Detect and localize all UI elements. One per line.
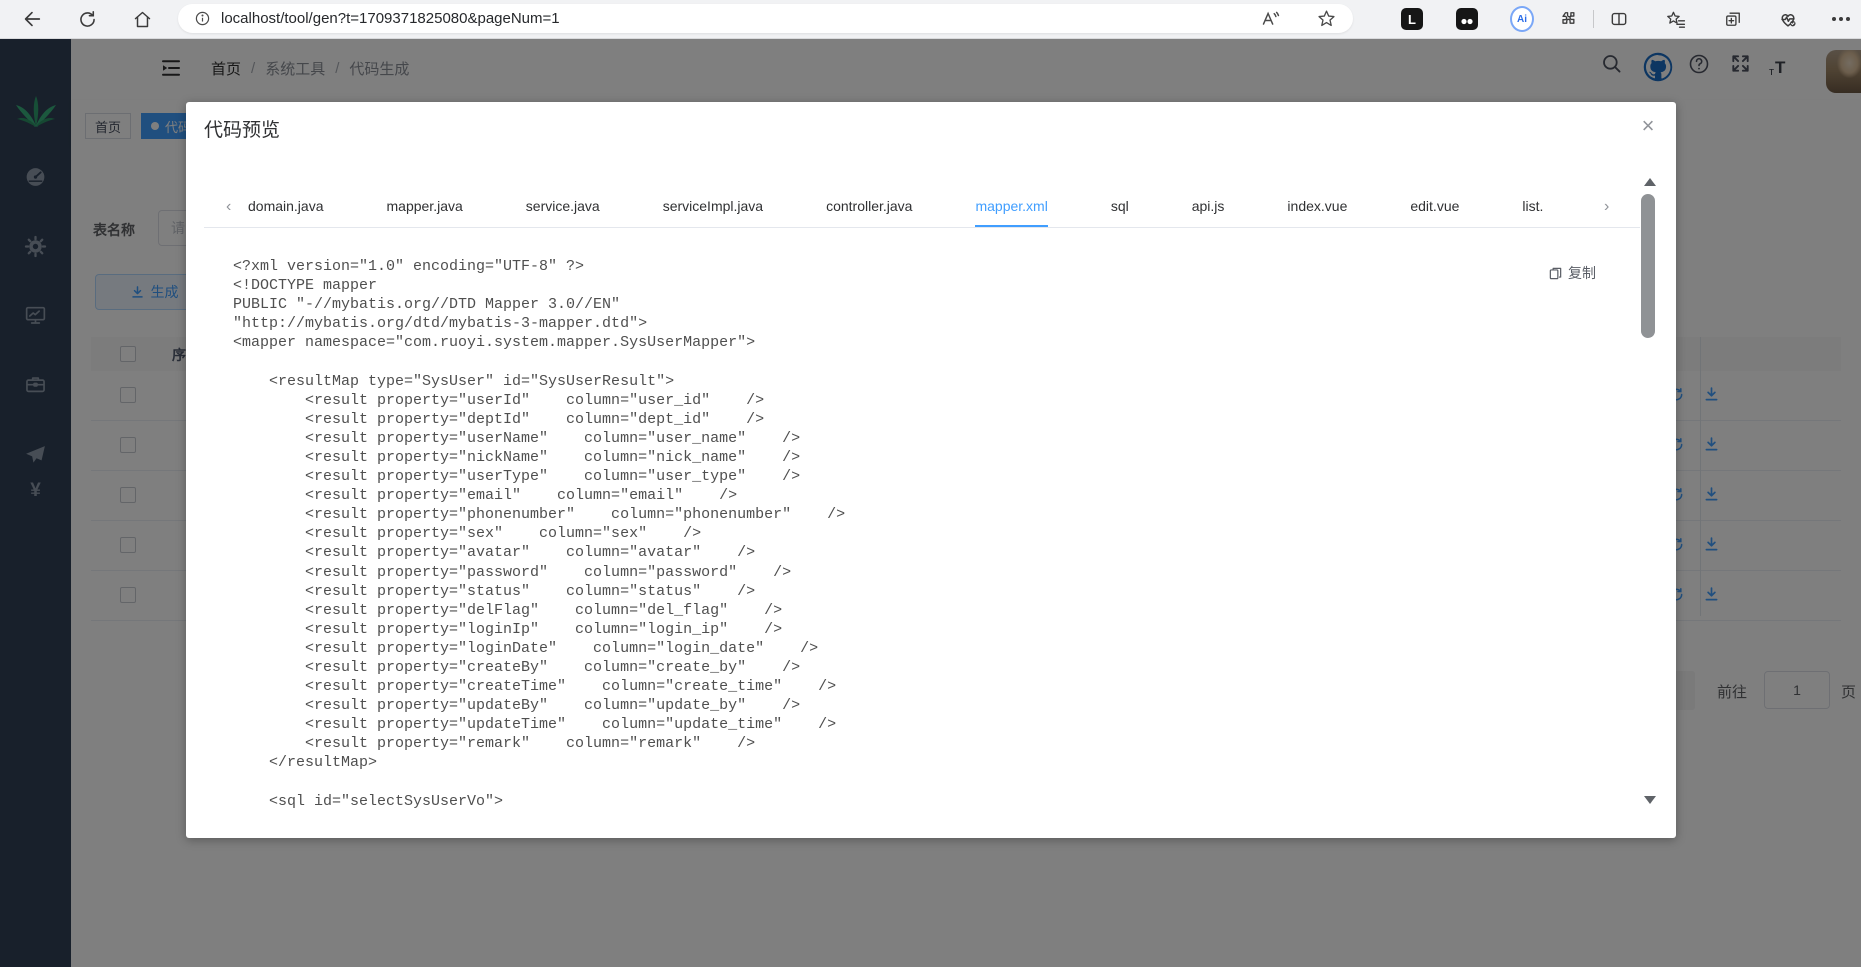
dialog-title: 代码预览 xyxy=(204,120,281,141)
extensions-puzzle-icon[interactable] xyxy=(1556,7,1580,31)
scrollbar-up-arrow-icon[interactable] xyxy=(1644,178,1656,186)
copy-icon xyxy=(1549,267,1562,279)
tabs-prev-arrow-icon[interactable]: ‹ xyxy=(226,186,231,227)
address-bar[interactable]: localhost/tool/gen?t=1709371825080&pageN… xyxy=(178,4,1353,33)
tab-mapper-xml[interactable]: mapper.xml xyxy=(975,186,1048,227)
tab-domain-java[interactable]: domain.java xyxy=(248,186,324,227)
tab-service-java[interactable]: service.java xyxy=(526,186,600,227)
browser-refresh-icon[interactable] xyxy=(74,6,100,32)
code-content[interactable]: <?xml version="1.0" encoding="UTF-8" ?> … xyxy=(233,257,845,811)
toolbar-divider xyxy=(1593,10,1594,28)
tabs-next-arrow-icon[interactable]: › xyxy=(1604,186,1609,227)
tab-serviceImpl-java[interactable]: serviceImpl.java xyxy=(663,186,763,227)
tabs-strip: domain.java mapper.java service.java servic… xyxy=(248,186,1600,227)
url-text[interactable]: localhost/tool/gen?t=1709371825080&pageN… xyxy=(221,10,560,27)
read-aloud-icon[interactable] xyxy=(1258,8,1280,30)
extension-l-icon[interactable]: L xyxy=(1400,7,1424,31)
dialog-close-icon[interactable]: × xyxy=(1634,112,1662,140)
favorites-list-icon[interactable] xyxy=(1663,6,1689,32)
browser-back-icon[interactable] xyxy=(19,6,45,32)
code-preview-dialog: 代码预览 × ‹ domain.java mapper.java service.j… xyxy=(186,102,1676,838)
scrollbar-thumb[interactable] xyxy=(1641,194,1655,338)
code-tabs-bar: ‹ domain.java mapper.java service.java serv… xyxy=(204,186,1640,228)
copy-button[interactable]: 复制 xyxy=(1548,263,1596,283)
extension-circles-icon[interactable] xyxy=(1455,7,1479,31)
tab-mapper-java[interactable]: mapper.java xyxy=(387,186,463,227)
favorite-star-icon[interactable] xyxy=(1316,8,1337,29)
browser-toolbar: localhost/tool/gen?t=1709371825080&pageN… xyxy=(0,0,1861,39)
split-screen-icon[interactable] xyxy=(1606,6,1632,32)
browser-essentials-icon[interactable] xyxy=(1775,6,1801,32)
tab-controller-java[interactable]: controller.java xyxy=(826,186,912,227)
site-info-icon[interactable] xyxy=(194,10,211,27)
tab-edit-vue[interactable]: edit.vue xyxy=(1410,186,1459,227)
browser-home-icon[interactable] xyxy=(129,6,155,32)
tab-index-vue[interactable]: index.vue xyxy=(1287,186,1347,227)
tab-list-[interactable]: list. xyxy=(1522,186,1543,227)
extension-ai-icon[interactable]: Ai xyxy=(1510,6,1534,32)
collections-icon[interactable] xyxy=(1720,6,1746,32)
browser-menu-dots-icon[interactable] xyxy=(1828,6,1854,32)
tab-sql[interactable]: sql xyxy=(1111,186,1129,227)
scrollbar-down-arrow-icon[interactable] xyxy=(1644,796,1656,804)
tab-api-js[interactable]: api.js xyxy=(1192,186,1225,227)
